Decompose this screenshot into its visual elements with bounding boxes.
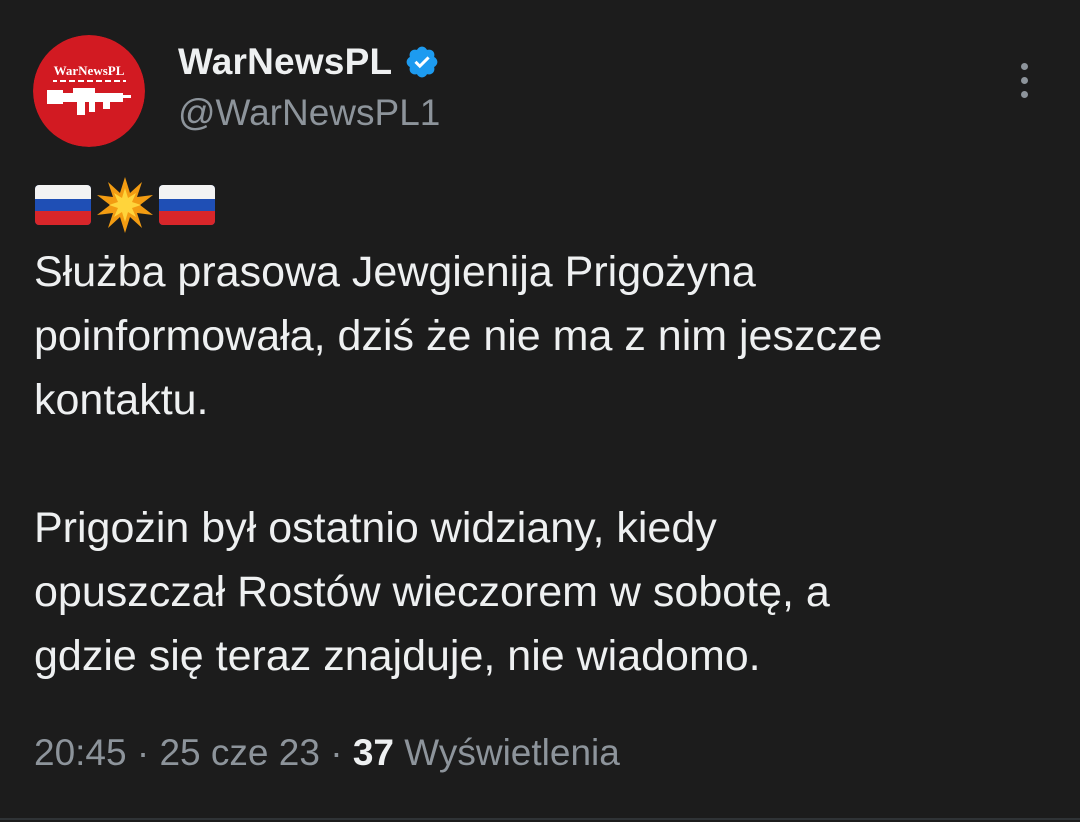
russia-flag-icon: [159, 185, 215, 225]
tweet-text: Służba prasowa Jewgienija Prigożyna poin…: [34, 240, 1064, 688]
avatar-logo-icon: WarNewsPL: [33, 35, 145, 147]
tweet-line: Prigożin był ostatnio widziany, kiedy: [34, 504, 717, 552]
name-row: WarNewsPL: [178, 38, 440, 86]
divider: [0, 818, 1080, 820]
meta-separator: ·: [330, 732, 343, 773]
display-name[interactable]: WarNewsPL: [178, 41, 392, 83]
more-vertical-icon: [1020, 62, 1028, 70]
more-options-button[interactable]: [1004, 58, 1044, 102]
tweet-date[interactable]: 25 cze 23: [159, 732, 319, 773]
avatar[interactable]: WarNewsPL: [33, 35, 145, 147]
tweet-line: kontaktu.: [34, 376, 209, 424]
author-handle[interactable]: @WarNewsPL1: [178, 92, 440, 134]
avatar-logo-text: WarNewsPL: [54, 63, 125, 78]
tweet-line: Służba prasowa Jewgienija Prigożyna: [34, 248, 756, 296]
verified-badge-icon: [406, 46, 438, 78]
more-dot: [1020, 76, 1028, 84]
russia-flag-icon: [35, 185, 91, 225]
tweet-time[interactable]: 20:45: [34, 732, 127, 773]
emoji-row: [34, 176, 216, 234]
tweet-line: gdzie się teraz znajduje, nie wiadomo.: [34, 632, 761, 680]
collision-icon: [97, 177, 153, 233]
tweet-line: poinformowała, dziś że nie ma z nim jesz…: [34, 312, 883, 360]
tweet-meta: 20:45 · 25 cze 23 · 37 Wyświetlenia: [34, 732, 620, 774]
meta-separator: ·: [136, 732, 150, 773]
tweet-line: opuszczał Rostów wieczorem w sobotę, a: [34, 568, 830, 616]
views-count[interactable]: 37: [353, 732, 394, 773]
tweet-card: WarNewsPL WarNewsPL @WarNewsPL1 Służba p…: [0, 0, 1080, 822]
views-label[interactable]: Wyświetlenia: [404, 732, 620, 773]
more-dot: [1020, 90, 1028, 98]
author-info: WarNewsPL @WarNewsPL1: [178, 38, 440, 134]
